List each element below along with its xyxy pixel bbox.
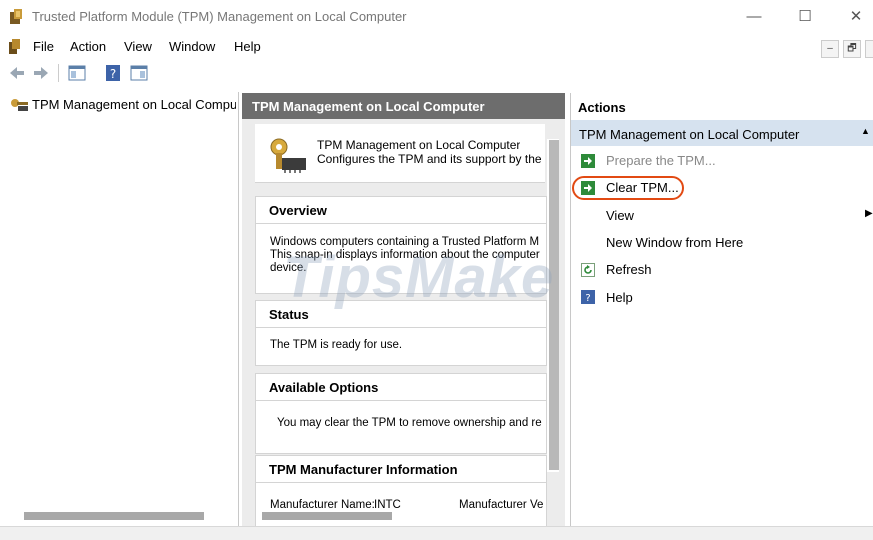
menu-help[interactable]: Help xyxy=(234,39,261,54)
center-pane-body: TPM Management on Local Computer Configu… xyxy=(242,119,565,526)
available-options-title: Available Options xyxy=(256,374,546,401)
menu-action[interactable]: Action xyxy=(70,39,106,54)
title-bar: Trusted Platform Module (TPM) Management… xyxy=(0,0,873,34)
minimize-button[interactable]: — xyxy=(734,4,774,30)
actions-section-header[interactable]: TPM Management on Local Computer xyxy=(571,120,873,146)
manufacturer-name-label: Manufacturer Name: xyxy=(270,499,375,511)
intro-card: TPM Management on Local Computer Configu… xyxy=(255,124,545,183)
maximize-button[interactable]: ☐ xyxy=(785,4,825,30)
available-options-text: You may clear the TPM to remove ownershi… xyxy=(277,417,542,429)
tree-item-tpm-management[interactable]: TPM Management on Local Computer xyxy=(32,97,236,112)
overview-title: Overview xyxy=(256,197,546,224)
help-icon: ? xyxy=(581,290,595,304)
collapse-arrow-icon[interactable]: ▲ xyxy=(861,126,870,136)
center-pane-header: TPM Management on Local Computer xyxy=(242,93,565,119)
actions-section-label: TPM Management on Local Computer xyxy=(579,127,800,142)
menu-window[interactable]: Window xyxy=(169,39,215,54)
available-options-card: Available Options You may clear the TPM … xyxy=(255,373,547,454)
snapin-icon xyxy=(9,39,20,54)
window-title: Trusted Platform Module (TPM) Management… xyxy=(32,9,407,24)
actions-title: Actions xyxy=(578,100,626,115)
back-arrow-icon[interactable] xyxy=(8,64,26,82)
forward-arrow-icon[interactable] xyxy=(32,64,50,82)
svg-text:?: ? xyxy=(585,293,590,304)
mdi-close-button[interactable] xyxy=(865,40,873,58)
submenu-arrow-icon: ▶ xyxy=(865,208,873,219)
action-prepare-tpm[interactable]: Prepare the TPM... xyxy=(606,153,716,168)
center-pane-title: TPM Management on Local Computer xyxy=(252,99,485,114)
manufacturer-title: TPM Manufacturer Information xyxy=(256,456,546,483)
show-hide-tree-icon[interactable] xyxy=(68,64,86,82)
action-new-window[interactable]: New Window from Here xyxy=(606,235,743,250)
tpm-app-icon xyxy=(10,9,22,24)
close-button[interactable]: ✕ xyxy=(836,4,873,30)
intro-title: TPM Management on Local Computer xyxy=(317,139,521,152)
svg-text:?: ? xyxy=(110,67,116,81)
mdi-restore-button[interactable]: 🗗 xyxy=(843,40,861,58)
action-refresh[interactable]: Refresh xyxy=(606,262,652,277)
green-arrow-icon xyxy=(581,154,595,168)
show-hide-action-pane-icon[interactable] xyxy=(130,64,148,82)
mdi-minimize-button[interactable]: – xyxy=(821,40,839,58)
action-help[interactable]: Help xyxy=(606,290,633,305)
status-text: The TPM is ready for use. xyxy=(270,339,403,351)
toolbar-divider xyxy=(58,64,59,82)
watermark: TipsMake xyxy=(283,245,555,310)
manufacturer-name-value: INTC xyxy=(374,499,401,511)
tpm-chip-key-icon xyxy=(270,138,306,173)
action-clear-tpm[interactable]: Clear TPM... xyxy=(606,180,679,195)
status-bar xyxy=(0,526,873,540)
green-arrow-icon xyxy=(581,181,595,195)
console-tree-pane xyxy=(0,92,239,526)
center-horizontal-scrollbar[interactable] xyxy=(262,512,392,520)
intro-description: Configures the TPM and its support by th… xyxy=(317,153,545,166)
menu-view[interactable]: View xyxy=(124,39,152,54)
refresh-icon xyxy=(581,263,595,277)
tree-horizontal-scrollbar[interactable] xyxy=(24,512,204,520)
manufacturer-version-label: Manufacturer Ve xyxy=(459,499,544,511)
help-icon[interactable]: ? xyxy=(104,64,122,82)
action-view[interactable]: View xyxy=(606,208,634,223)
tpm-key-icon xyxy=(11,99,28,111)
menu-file[interactable]: File xyxy=(33,39,54,54)
